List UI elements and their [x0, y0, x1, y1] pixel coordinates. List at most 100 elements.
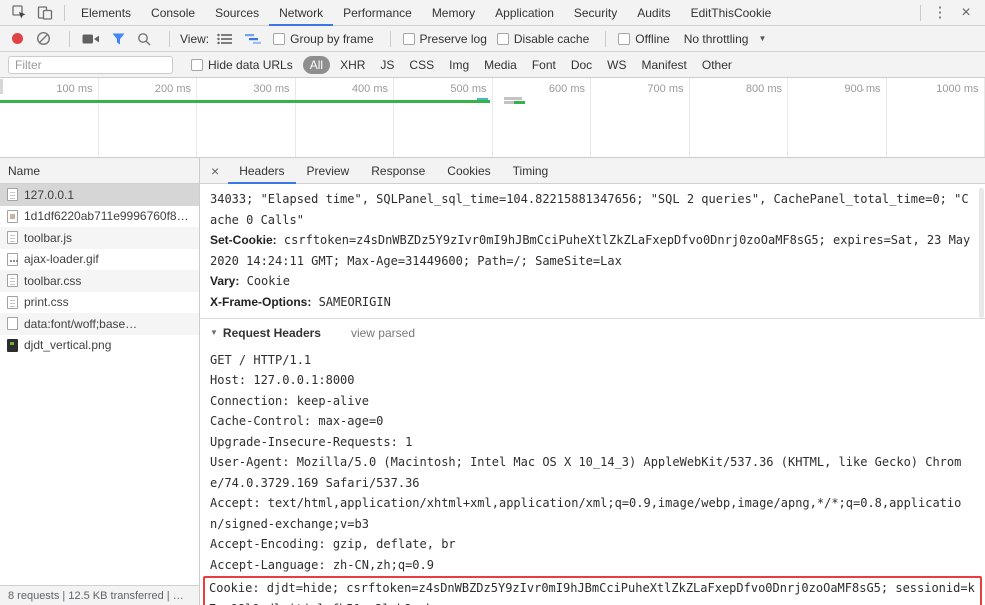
disable-cache-label: Disable cache	[513, 31, 590, 46]
device-toolbar-button[interactable]	[32, 0, 58, 26]
filter-icon[interactable]	[112, 33, 125, 45]
detail-tab-response[interactable]: Response	[360, 158, 436, 184]
filter-pill-all[interactable]: All	[302, 55, 331, 74]
more-options-icon[interactable]: ⋮	[927, 0, 953, 26]
timeline-tick: 300 ms	[197, 78, 296, 157]
disclosure-triangle-icon[interactable]: ▼	[210, 323, 218, 344]
request-name: toolbar.css	[24, 273, 82, 288]
detail-tab-timing[interactable]: Timing	[502, 158, 560, 184]
overview-request-bar	[514, 101, 525, 104]
filter-pill-font[interactable]: Font	[526, 56, 562, 74]
divider	[605, 30, 607, 47]
request-row[interactable]: data:font/woff;base…	[0, 313, 199, 335]
network-overview-timeline[interactable]: 100 ms 200 ms 300 ms 400 ms 500 ms 600 m…	[0, 78, 985, 158]
filter-input[interactable]	[8, 55, 173, 74]
tab-console[interactable]: Console	[141, 0, 205, 26]
request-raw-line: Connection: keep-alive	[210, 393, 369, 408]
request-name: 1d1df6220ab711e9996760f8…	[24, 209, 189, 224]
overview-request-bar	[504, 101, 514, 104]
close-devtools-icon[interactable]: ×	[953, 0, 979, 26]
throttling-select[interactable]: No throttling ▼	[684, 32, 767, 46]
clear-icon[interactable]	[36, 31, 51, 46]
close-detail-icon[interactable]: ×	[200, 163, 228, 179]
response-header-line: 34033; "Elapsed time", SQLPanel_sql_time…	[210, 189, 975, 230]
filter-pill-img[interactable]: Img	[443, 56, 475, 74]
group-by-frame-label: Group by frame	[290, 31, 374, 46]
request-row[interactable]: djdt_vertical.png	[0, 335, 199, 357]
request-list: 127.0.0.1 1d1df6220ab711e9996760f8… tool…	[0, 184, 199, 585]
document-icon	[7, 274, 18, 288]
tab-elements[interactable]: Elements	[71, 0, 141, 26]
request-row[interactable]: toolbar.css	[0, 270, 199, 292]
detail-tab-cookies[interactable]: Cookies	[436, 158, 501, 184]
tab-sources[interactable]: Sources	[205, 0, 269, 26]
detail-tab-headers[interactable]: Headers	[228, 158, 295, 184]
hide-data-urls-label: Hide data URLs	[208, 57, 293, 72]
divider	[389, 30, 391, 47]
response-header-line: Set-Cookie: csrftoken=z4sDnWBZDz5Y9zIvr0…	[210, 230, 975, 271]
checkbox-icon	[402, 32, 415, 45]
request-row[interactable]: print.css	[0, 292, 199, 314]
tab-application[interactable]: Application	[485, 0, 564, 26]
timeline-tick: 100 ms	[0, 78, 99, 157]
detail-tabbar: × Headers Preview Response Cookies Timin…	[200, 158, 985, 184]
overview-green-bar	[0, 100, 490, 103]
offline-checkbox[interactable]: Offline	[618, 31, 670, 46]
detail-scrollbar[interactable]	[979, 188, 984, 318]
tab-audits[interactable]: Audits	[627, 0, 680, 26]
request-raw-line: Accept-Encoding: gzip, deflate, br	[210, 537, 456, 551]
filter-pill-ws[interactable]: WS	[601, 56, 632, 74]
hide-data-urls-checkbox[interactable]: Hide data URLs	[191, 58, 293, 72]
request-raw-line: Accept-Language: zh-CN,zh;q=0.9	[210, 557, 434, 572]
request-row[interactable]: toolbar.js	[0, 227, 199, 249]
request-row[interactable]: 127.0.0.1	[0, 184, 199, 206]
search-icon[interactable]	[137, 32, 151, 46]
name-column-header[interactable]: Name	[0, 158, 199, 184]
tab-editthiscookie[interactable]: EditThisCookie	[681, 0, 782, 26]
capture-screenshots-icon[interactable]	[82, 33, 100, 45]
request-row[interactable]: 1d1df6220ab711e9996760f8…	[0, 206, 199, 228]
filter-pill-js[interactable]: JS	[374, 56, 400, 74]
filter-pill-manifest[interactable]: Manifest	[636, 56, 693, 74]
filter-pill-doc[interactable]: Doc	[565, 56, 598, 74]
header-name: Set-Cookie:	[210, 233, 277, 247]
record-icon[interactable]	[12, 33, 23, 44]
divider	[920, 4, 921, 21]
tab-network[interactable]: Network	[269, 0, 333, 26]
disable-cache-checkbox[interactable]: Disable cache	[496, 31, 590, 46]
request-raw-line: Host: 127.0.0.1:8000	[210, 373, 355, 387]
filter-pill-media[interactable]: Media	[478, 56, 523, 74]
tab-security[interactable]: Security	[564, 0, 627, 26]
tab-memory[interactable]: Memory	[422, 0, 485, 26]
overview-scroll-grip[interactable]	[0, 79, 3, 94]
preserve-log-checkbox[interactable]: Preserve log	[402, 32, 487, 46]
view-parsed-link[interactable]: view parsed	[351, 323, 415, 344]
filter-pill-css[interactable]: CSS	[403, 56, 440, 74]
filter-pill-xhr[interactable]: XHR	[334, 56, 371, 74]
request-row[interactable]: ajax-loader.gif	[0, 249, 199, 271]
timeline-tick: 200 ms	[99, 78, 197, 157]
inspect-element-button[interactable]	[6, 0, 32, 26]
throttling-value: No throttling	[683, 31, 749, 46]
document-icon	[7, 231, 18, 245]
network-filter-bar: Hide data URLs All XHR JS CSS Img Media …	[0, 52, 985, 78]
image-dark-icon	[7, 338, 18, 352]
tab-performance[interactable]: Performance	[333, 0, 422, 26]
large-rows-icon[interactable]	[217, 33, 233, 45]
filter-pill-other[interactable]: Other	[696, 56, 738, 74]
request-cookie-line: Cookie: djdt=hide; csrftoken=z4sDnWBZDz5…	[209, 581, 975, 605]
devtools-tabbar: Elements Console Sources Network Perform…	[0, 0, 985, 26]
request-name: djdt_vertical.png	[24, 338, 112, 353]
overview-request-bar	[504, 97, 522, 100]
document-icon	[7, 295, 18, 309]
offline-label: Offline	[635, 31, 670, 46]
group-by-frame-checkbox[interactable]: Group by frame	[273, 31, 374, 46]
request-raw-line: Accept: text/html,application/xhtml+xml,…	[210, 496, 962, 531]
timeline-tick: 500 ms	[394, 78, 493, 157]
waterfall-icon[interactable]	[245, 33, 262, 45]
detail-tab-preview[interactable]: Preview	[296, 158, 361, 184]
headers-content: 34033; "Elapsed time", SQLPanel_sql_time…	[200, 184, 985, 605]
cookie-highlight-box: Cookie: djdt=hide; csrftoken=z4sDnWBZDz5…	[203, 576, 982, 605]
timeline-tick: 600 ms	[493, 78, 591, 157]
header-value: SAMEORIGIN	[318, 294, 391, 309]
